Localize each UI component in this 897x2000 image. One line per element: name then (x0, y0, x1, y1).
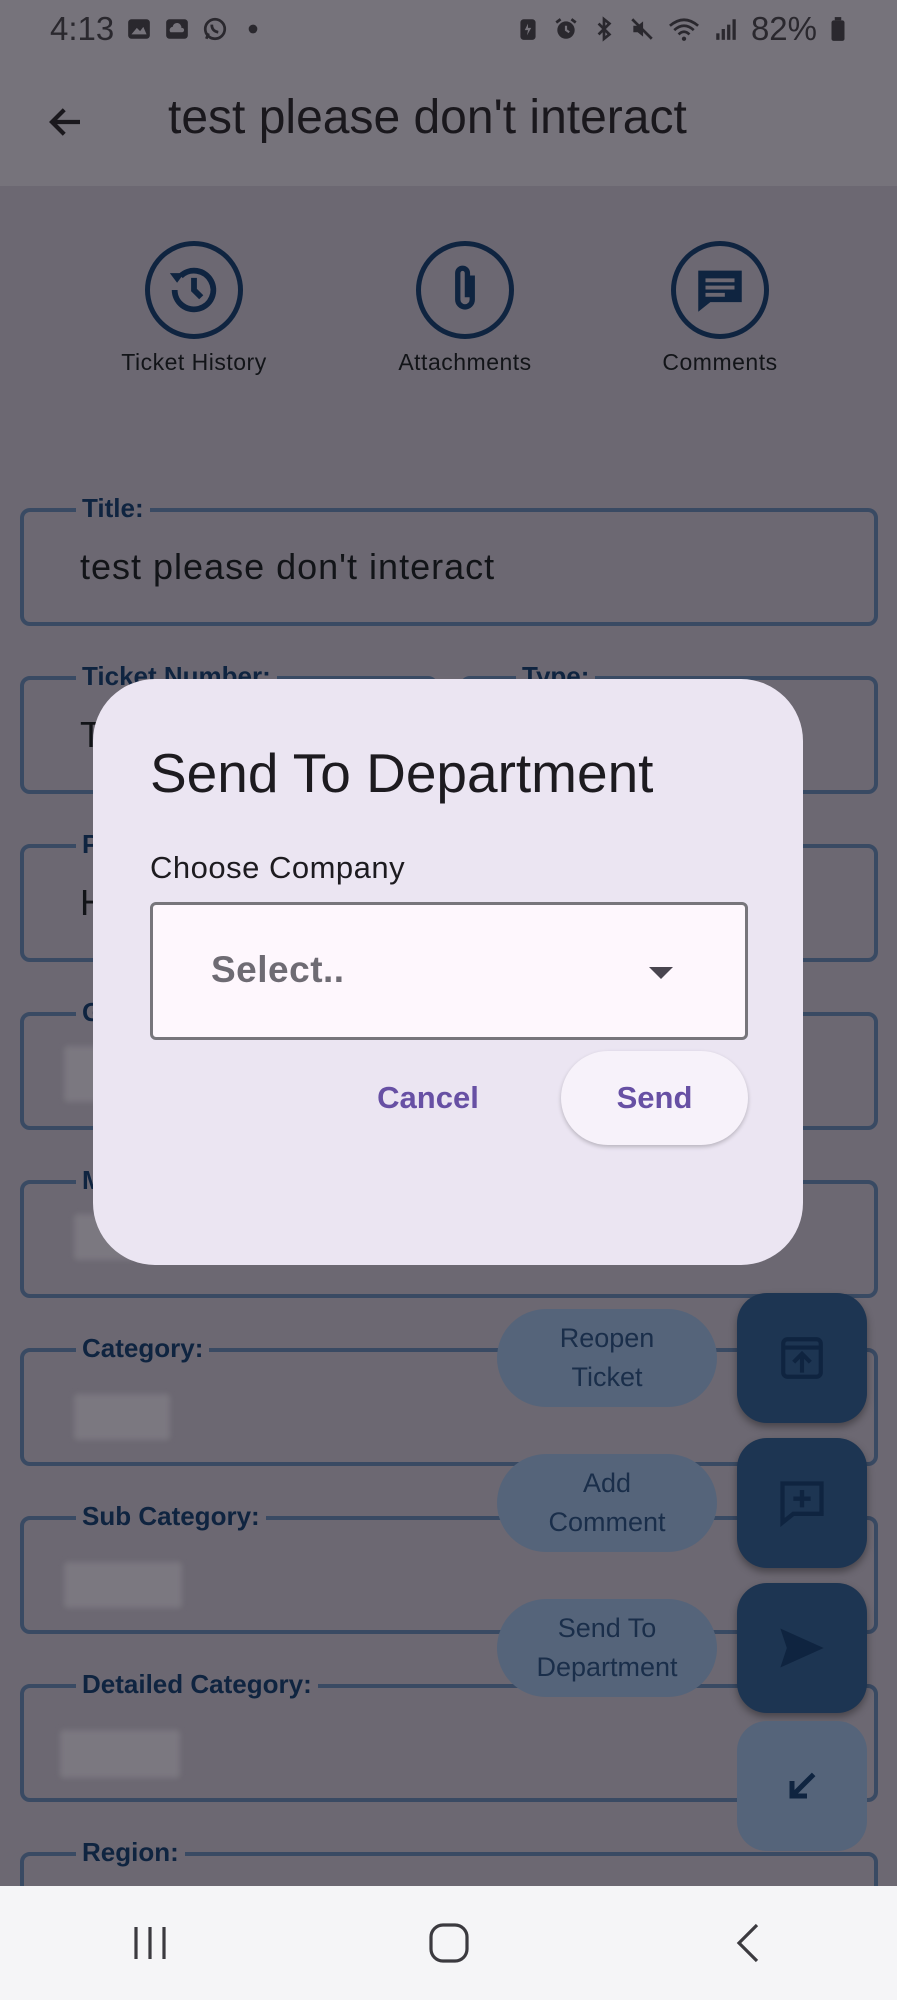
alarm-icon (555, 18, 577, 39)
reopen-icon (781, 1337, 823, 1379)
redacted-value (74, 1394, 170, 1440)
ticket-history-button[interactable]: Ticket History (94, 241, 294, 376)
send-to-department-fab[interactable] (737, 1583, 867, 1713)
dropdown-arrow-icon (649, 967, 673, 979)
send-to-department-dialog: Send To Department Choose Company Select… (93, 679, 803, 1265)
comments-circle (671, 241, 769, 339)
reopen-ticket-fab[interactable] (737, 1293, 867, 1423)
company-select[interactable]: Select.. (150, 902, 748, 1040)
cancel-button[interactable]: Cancel (353, 1051, 503, 1145)
choose-company-label: Choose Company (150, 850, 406, 885)
attachments-label: Attachments (398, 349, 532, 375)
reopen-line-1: Reopen (559, 1323, 655, 1353)
battery-saver-icon (520, 19, 536, 40)
system-nav-bar (0, 1886, 897, 2000)
home-icon (428, 1923, 469, 1963)
battery-percent: 82% (750, 10, 817, 47)
back-icon (736, 1923, 758, 1963)
sub-category-label: Sub Category: (76, 1500, 266, 1532)
detailed-category-label: Detailed Category: (76, 1668, 318, 1700)
comments-label: Comments (662, 349, 778, 375)
attachments-button[interactable]: Attachments (365, 241, 565, 376)
image-icon (128, 19, 151, 39)
attachments-circle (416, 241, 514, 339)
back-button[interactable] (40, 96, 92, 148)
collapse-fab[interactable] (737, 1721, 867, 1851)
send-icon (780, 1628, 824, 1668)
ticket-history-circle (145, 241, 243, 339)
recent-apps-icon (133, 1927, 166, 1959)
add-comment-line-2: Comment (548, 1507, 666, 1537)
add-comment-icon (780, 1481, 824, 1528)
action-row: Ticket History Attachments Comments (0, 241, 897, 391)
status-time: 4:13 (50, 10, 115, 47)
system-back-button[interactable] (688, 1903, 808, 1983)
reopen-line-2: Ticket (571, 1362, 643, 1392)
status-bar-right: 82% (515, 10, 847, 48)
page-title: test please don't interact (168, 91, 687, 144)
collapse-arrow-icon (789, 1772, 816, 1799)
region-label: Region: (76, 1836, 185, 1868)
add-comment-line-1: Add (582, 1468, 632, 1498)
history-icon (169, 267, 217, 313)
title-label: Title: (76, 492, 150, 524)
paperclip-icon (455, 265, 475, 310)
home-button[interactable] (389, 1903, 509, 1983)
fab-menu-toggle[interactable] (737, 1721, 867, 1851)
dialog-title: Send To Department (150, 742, 654, 804)
arrow-back-icon (49, 108, 80, 136)
company-select-placeholder: Select.. (211, 949, 345, 990)
mute-icon (631, 18, 653, 40)
redacted-value (60, 1730, 180, 1778)
add-comment-fab[interactable] (737, 1438, 867, 1568)
send-to-department-label[interactable]: Send To Department (497, 1599, 717, 1697)
app-bar: test please don't interact (0, 58, 897, 186)
comments-button[interactable]: Comments (620, 241, 820, 376)
status-bar-left: 4:13 (50, 10, 266, 48)
title-field[interactable]: Title: test please don't interact (20, 492, 878, 626)
whatsapp-icon (204, 17, 227, 41)
dot-icon (248, 24, 258, 34)
wifi-icon (668, 18, 699, 41)
signal-icon (716, 19, 736, 40)
title-value: test please don't interact (80, 546, 496, 587)
status-bar: 4:13 82% (0, 0, 897, 58)
bluetooth-icon (597, 16, 612, 42)
send-dept-line-1: Send To (557, 1613, 657, 1643)
reopen-ticket-label[interactable]: Reopen Ticket (497, 1309, 717, 1407)
comment-icon (698, 270, 742, 312)
ticket-history-label: Ticket History (121, 349, 267, 375)
cloud-icon (166, 19, 189, 39)
add-comment-label[interactable]: Add Comment (497, 1454, 717, 1552)
battery-icon (831, 17, 845, 41)
recent-apps-button[interactable] (90, 1903, 210, 1983)
category-label: Category: (76, 1332, 210, 1364)
redacted-value (64, 1562, 182, 1608)
send-dept-line-2: Department (536, 1652, 678, 1682)
send-button[interactable]: Send (561, 1051, 748, 1145)
